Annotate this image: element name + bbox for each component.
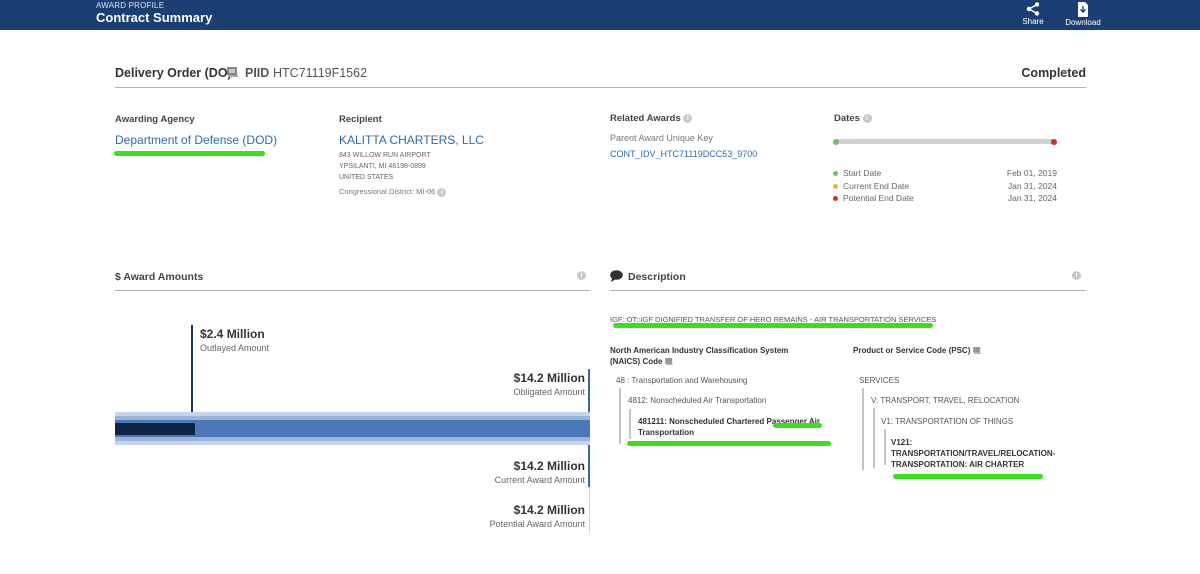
naics-tree-line (629, 409, 631, 439)
psc-level-4c: TRANSPORTATION: AIR CHARTER (891, 460, 1025, 469)
naics-level-2: 4812: Nonscheduled Air Transportation (628, 396, 767, 405)
speech-bubble-icon (610, 270, 623, 282)
book-icon[interactable] (972, 347, 981, 355)
status-dot-icon (833, 196, 838, 202)
psc-level-3: V1: TRANSPORTATION OF THINGS (881, 417, 1014, 426)
date-row-label-text: Current End Date (843, 180, 910, 191)
psc-heading: Product or Service Code (PSC) (853, 345, 981, 356)
congressional-district-text: Congressional District: MI-06 (339, 187, 436, 196)
naics-label-1: North American Industry Classification S… (610, 346, 789, 355)
parent-award-label: Parent Award Unique Key (610, 133, 713, 143)
description-label: Description (628, 271, 686, 283)
info-icon[interactable]: i (1072, 271, 1081, 280)
naics-level-3b: Transportation (638, 428, 695, 437)
outlayed-amount-label: Outlayed Amount (200, 343, 270, 353)
amounts-divider (115, 290, 590, 291)
psc-tree-line (884, 429, 886, 465)
date-row-label-text: Start Date (843, 168, 882, 178)
download-label: Download (1065, 18, 1101, 27)
highlight-mark (613, 323, 933, 328)
naics-level-1: 48 : Transportation and Warehousing (616, 376, 748, 385)
psc-level-4a: V121: (891, 438, 913, 447)
potential-marker-line (589, 487, 590, 533)
start-marker (833, 139, 839, 145)
share-label: Share (1022, 17, 1044, 26)
end-marker (1051, 139, 1057, 145)
piid-value: HTC71119F1562 (273, 66, 368, 80)
date-row-value: Jan 31, 2024 (1007, 180, 1057, 191)
naics-tree-line (619, 388, 621, 444)
psc-tree-line (862, 388, 864, 470)
share-icon (1026, 2, 1040, 16)
recipient-name-link[interactable]: KALITTA CHARTERS, LLC (339, 133, 484, 147)
naics-label-2: (NAICS) Code (610, 357, 663, 366)
outlayed-amount-value: $2.4 Million (200, 327, 265, 341)
piid-label: PIID (245, 66, 270, 80)
psc-level-2: V: TRANSPORT, TRAVEL, RELOCATION (871, 396, 1020, 405)
date-row-label: Potential End Date (833, 193, 914, 203)
highlight-mark (114, 151, 265, 156)
related-awards-label: Related Awards (610, 113, 681, 124)
related-awards-heading: Related Awards i (610, 113, 693, 124)
dates-progress-fill (836, 139, 1055, 144)
psc-label: Product or Service Code (PSC) (853, 346, 971, 355)
date-row-value: Feb 01, 2019 (1006, 168, 1057, 178)
recipient-country: UNITED STATES (339, 174, 394, 181)
download-icon (1078, 2, 1088, 17)
header-title: Contract Summary (96, 10, 213, 25)
date-row-value: Jan 31, 2024 (1007, 193, 1057, 203)
psc-level-1: SERVICES (859, 376, 900, 385)
highlight-mark (893, 474, 1043, 479)
obligated-amount-value: $14.2 Million (513, 371, 585, 385)
dates-progress-track (836, 139, 1055, 144)
info-icon[interactable]: i (437, 187, 447, 197)
highlight-mark (773, 423, 822, 428)
title-divider (115, 87, 1086, 88)
info-icon[interactable]: i (577, 271, 586, 280)
book-icon[interactable] (664, 358, 673, 366)
naics-heading: (NAICS) Code (610, 356, 673, 367)
obligated-amount-label: Obligated Amount (513, 387, 585, 397)
date-row-label: Current End Date (833, 181, 909, 191)
date-row-label: Start Date (833, 168, 881, 178)
outlayed-amount-bar (115, 423, 195, 435)
award-amounts-label: $ Award Amounts (115, 271, 204, 283)
parent-award-link[interactable]: CONT_IDV_HTC71119DCC53_9700 (610, 149, 757, 159)
book-icon[interactable] (227, 67, 238, 77)
description-divider (610, 290, 1086, 291)
psc-level-4b: TRANSPORTATION/TRAVEL/RELOCATION- (891, 449, 1056, 458)
award-type: Delivery Order (DO) (115, 66, 232, 80)
recipient-address-1: 843 WILLOW RUN AIRPORT (339, 152, 431, 159)
recipient-address-2: YPSILANTI, MI 48198-0899 (339, 163, 426, 170)
download-button[interactable]: Download (1058, 0, 1108, 30)
share-button[interactable]: Share (1008, 0, 1058, 30)
status-dot-icon (833, 171, 838, 177)
potential-amount-value: $14.2 Million (513, 503, 585, 517)
psc-tree-line (873, 408, 875, 468)
current-amount-label: Current Award Amount (494, 475, 585, 485)
recipient-label: Recipient (339, 114, 382, 125)
status-dot-icon (833, 183, 838, 189)
info-icon[interactable]: i (683, 113, 693, 123)
current-amount-value: $14.2 Million (513, 459, 585, 473)
awarding-agency-label: Awarding Agency (115, 114, 195, 125)
status-badge: Completed (1021, 66, 1086, 80)
awarding-agency-link[interactable]: Department of Defense (DOD) (115, 133, 277, 147)
info-icon[interactable]: i (862, 113, 872, 123)
highlight-mark (627, 441, 831, 446)
date-row-label-text: Potential End Date (843, 193, 914, 203)
congressional-district: Congressional District: MI-06 i (339, 187, 447, 197)
dates-label: Dates (834, 113, 860, 124)
potential-amount-label: Potential Award Amount (489, 519, 585, 529)
dates-heading: Dates i (834, 113, 872, 124)
header-eyebrow: AWARD PROFILE (96, 1, 165, 10)
